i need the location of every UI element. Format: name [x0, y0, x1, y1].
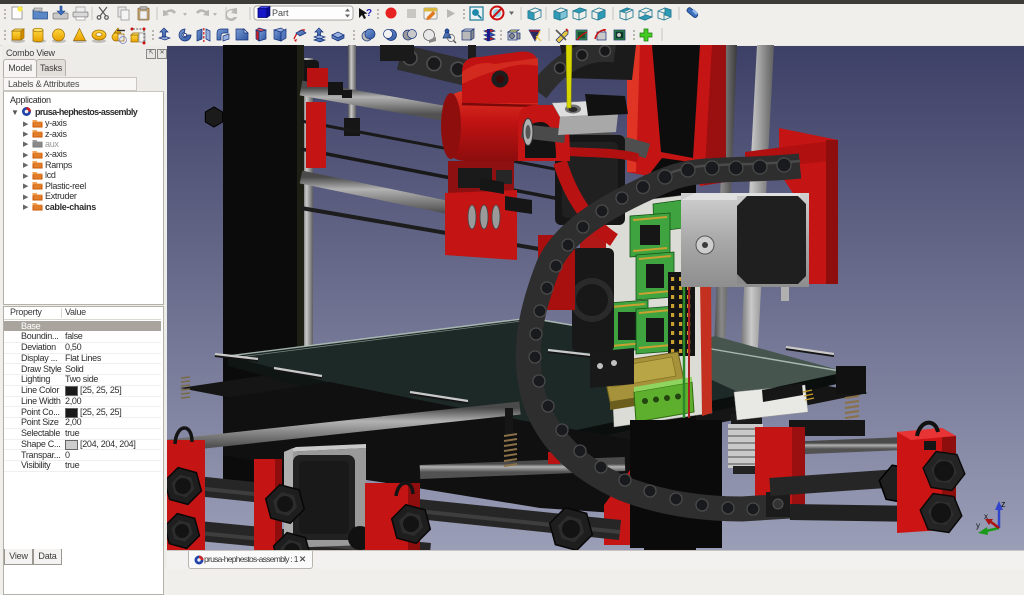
- svg-text:Part: Part: [272, 8, 289, 18]
- svg-text:z: z: [1001, 499, 1006, 509]
- svg-text:y: y: [976, 521, 980, 530]
- svg-text:?: ?: [366, 8, 372, 19]
- svg-text:x: x: [984, 512, 988, 521]
